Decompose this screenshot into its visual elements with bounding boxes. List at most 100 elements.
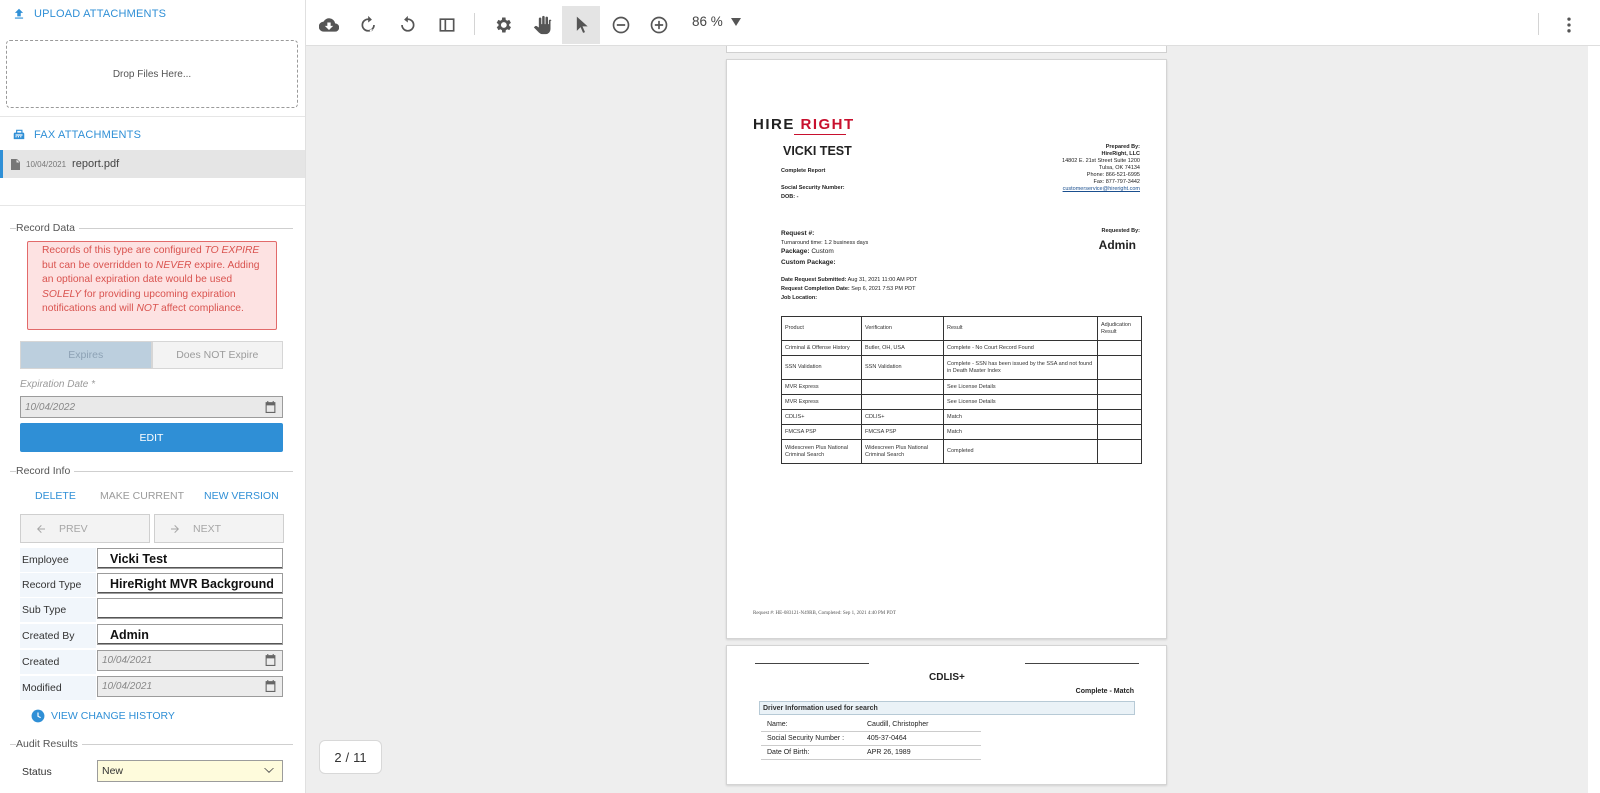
new-version-button[interactable]: NEW VERSION xyxy=(204,490,279,502)
driver-ssn-label: Social Security Number : xyxy=(767,735,845,742)
next-button[interactable]: NEXT xyxy=(154,514,284,543)
report-subject-name: VICKI TEST xyxy=(783,144,852,158)
view-change-history-button[interactable]: VIEW CHANGE HISTORY xyxy=(31,709,175,723)
divider xyxy=(0,116,305,117)
sub-type-field[interactable] xyxy=(97,598,283,619)
table-header: Product xyxy=(781,316,862,341)
cdlis-status: Complete - Match xyxy=(1075,688,1134,695)
delete-button[interactable]: DELETE xyxy=(35,490,76,502)
attachment-filename[interactable]: report.pdf xyxy=(72,158,119,170)
rotate-ccw-icon xyxy=(401,15,415,32)
created-date-field[interactable]: 10/04/2021 xyxy=(97,650,283,671)
rotate-counterclockwise-button[interactable] xyxy=(388,6,426,44)
zoom-select[interactable]: 86 % xyxy=(692,14,741,29)
more-options-button[interactable] xyxy=(1554,6,1584,44)
page-separator: / xyxy=(345,749,350,765)
table-header: Adjudication Result xyxy=(1097,316,1142,341)
table-row: FMCSA PSP FMCSA PSP Match xyxy=(781,424,1142,440)
prev-label: PREV xyxy=(59,522,88,535)
record-info-section: Record Info xyxy=(10,465,293,477)
record-data-legend: Record Data xyxy=(16,222,75,234)
table-header: Result xyxy=(943,316,1098,341)
modified-date-field[interactable]: 10/04/2021 xyxy=(97,676,283,697)
calendar-icon[interactable] xyxy=(265,680,276,692)
report-summary-table: Product Verification Result Adjudication… xyxy=(781,316,1142,464)
settings-button[interactable] xyxy=(484,6,522,44)
zoom-in-button[interactable] xyxy=(640,6,678,44)
select-tool-button[interactable] xyxy=(562,6,600,44)
calendar-icon[interactable] xyxy=(265,401,276,413)
record-type-row: Record Type HireRight MVR Background xyxy=(20,573,283,597)
upload-attachments-button[interactable]: UPLOAD ATTACHMENTS xyxy=(0,6,178,22)
download-button[interactable] xyxy=(310,6,348,44)
requested-by-value: Admin xyxy=(1098,238,1136,252)
row-rule xyxy=(761,759,981,760)
pointer-icon xyxy=(576,16,588,33)
zoom-in-icon xyxy=(650,16,668,34)
record-data-section: Record Data xyxy=(10,222,293,234)
modified-label: Modified xyxy=(20,676,96,700)
row-rule xyxy=(761,745,981,746)
rotate-clockwise-button[interactable] xyxy=(350,6,388,44)
cloud-download-icon xyxy=(319,18,339,32)
current-page[interactable]: 2 xyxy=(334,750,341,765)
hireright-logo: HIRE RIGHT xyxy=(753,116,855,135)
viewer-toolbar: 86 % xyxy=(306,0,1600,46)
status-row: Status New xyxy=(20,760,283,784)
audit-results-legend: Audit Results xyxy=(16,738,78,750)
package-line: Package: Custom xyxy=(781,248,834,255)
fax-attachments-label: FAX ATTACHMENTS xyxy=(34,129,142,141)
file-dropzone[interactable]: Drop Files Here... xyxy=(6,40,298,108)
driver-name-value: Caudill, Christopher xyxy=(867,721,929,728)
edit-button[interactable]: EDIT xyxy=(20,423,283,452)
turnaround-time: Turnaround time: 1.2 business days xyxy=(781,240,869,246)
driver-ssn-value: 405-37-0464 xyxy=(867,735,907,742)
attachment-date: 10/04/2021 xyxy=(26,159,67,169)
sidebar-toggle-icon xyxy=(439,18,455,32)
job-location-label: Job Location: xyxy=(781,295,818,301)
created-by-row: Created By Admin xyxy=(20,624,283,648)
prev-button[interactable]: PREV xyxy=(20,514,150,543)
record-info-legend: Record Info xyxy=(16,465,71,477)
make-current-button[interactable]: MAKE CURRENT xyxy=(100,490,184,502)
page-indicator[interactable]: 2 / 11 xyxy=(319,740,382,774)
history-clock-icon xyxy=(31,709,45,723)
title-rule xyxy=(1025,663,1139,664)
zoom-value: 86 % xyxy=(692,14,723,29)
fax-attachments-button[interactable]: FAX ATTACHMENTS xyxy=(0,127,153,143)
more-vert-icon xyxy=(1567,17,1571,33)
toggle-sidebar-button[interactable] xyxy=(428,6,466,44)
table-row: SSN Validation SSN Validation Complete - S… xyxy=(781,355,1142,380)
created-by-field[interactable]: Admin xyxy=(97,624,283,645)
record-type-field[interactable]: HireRight MVR Background xyxy=(97,573,283,594)
zoom-out-button[interactable] xyxy=(602,6,640,44)
calendar-icon[interactable] xyxy=(265,654,276,666)
does-not-expire-option[interactable]: Does NOT Expire xyxy=(151,341,283,369)
expiration-date-field[interactable]: 10/04/2022 xyxy=(20,396,283,418)
attachments-sidebar: UPLOAD ATTACHMENTS Drop Files Here... FA… xyxy=(0,0,306,793)
attachment-item[interactable]: 10/04/2021 report.pdf xyxy=(0,150,305,178)
title-rule xyxy=(755,663,869,664)
date-submitted: Date Request Submitted: Aug 31, 2021 11:… xyxy=(781,277,918,283)
created-by-label: Created By xyxy=(20,624,96,648)
dropzone-text: Drop Files Here... xyxy=(112,68,192,80)
sub-type-row: Sub Type xyxy=(20,598,283,622)
driver-info-header: Driver Information used for search xyxy=(759,701,1135,715)
viewer-scroll-gutter xyxy=(1588,46,1600,793)
table-row: MVR Express See License Details xyxy=(781,379,1142,395)
modified-date-value: 10/04/2021 xyxy=(102,681,153,692)
created-label: Created xyxy=(20,650,96,674)
created-date-value: 10/04/2021 xyxy=(102,655,153,666)
employee-field[interactable]: Vicki Test xyxy=(97,548,283,569)
audit-results-section: Audit Results xyxy=(10,738,293,750)
pan-tool-button[interactable] xyxy=(524,6,562,44)
status-select[interactable]: New xyxy=(97,760,283,782)
rotate-cw-icon xyxy=(361,15,375,32)
pdf-page: CDLIS+ Complete - Match Driver Informati… xyxy=(726,645,1167,785)
driver-dob-label: Date Of Birth: xyxy=(767,749,810,756)
custom-package-label: Custom Package: xyxy=(781,259,836,266)
expires-option[interactable]: Expires xyxy=(20,341,152,369)
request-number-label: Request #: xyxy=(781,230,815,237)
chevron-down-icon xyxy=(264,768,274,773)
table-row: MVR Express See License Details xyxy=(781,394,1142,410)
